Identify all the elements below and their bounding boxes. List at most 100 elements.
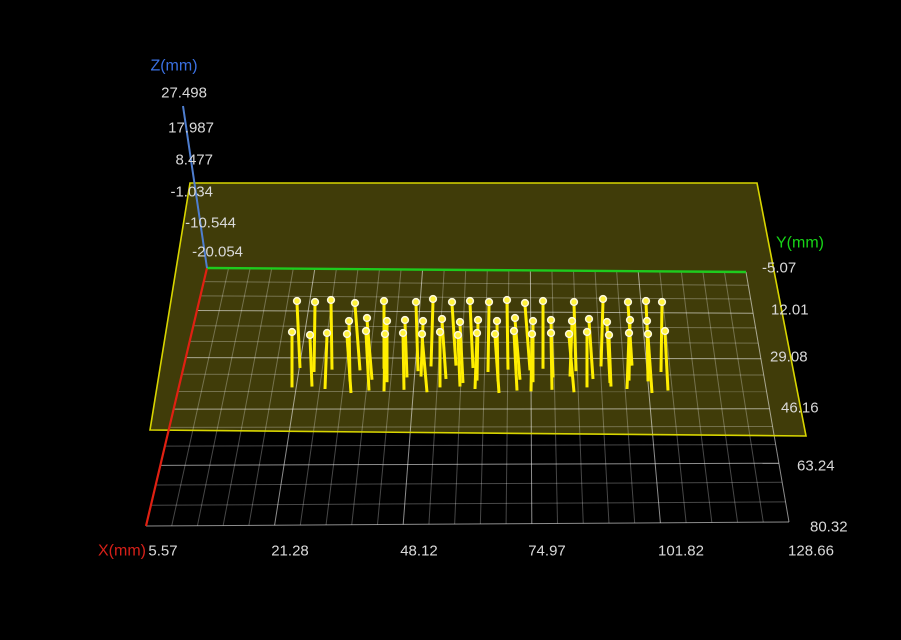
stem-pin-marker [292, 296, 302, 306]
stem-pin-line [572, 303, 578, 372]
stem-pin-line [456, 336, 462, 387]
z-tick-label: -10.544 [185, 215, 236, 232]
stem-pin-line [329, 301, 334, 370]
stem-pin-marker [350, 298, 360, 308]
z-tick-label: -20.054 [192, 244, 243, 261]
stem-pin-marker [361, 326, 371, 336]
stem-pin-line [382, 335, 387, 392]
stem-pin-marker [623, 297, 633, 307]
y-tick-label: 80.32 [810, 519, 848, 536]
stem-pin-marker [398, 328, 408, 338]
stem-pin-marker [660, 326, 670, 336]
stem-pin-line [473, 334, 479, 390]
stem-pin-line [659, 303, 664, 373]
stem-pin-marker [538, 296, 548, 306]
stem-pin-marker [455, 317, 465, 327]
stem-pin-marker [305, 330, 315, 340]
grid-line-y [181, 373, 764, 376]
stem-pin-line [429, 300, 435, 367]
y-tick-label: 29.08 [770, 349, 808, 366]
stem-pin-marker [527, 329, 537, 339]
stem-pin-marker [510, 313, 520, 323]
stem-pin-marker [564, 329, 574, 339]
x-tick-label: 74.97 [528, 543, 566, 560]
stem-pin-marker [569, 297, 579, 307]
stem-pin-marker [472, 328, 482, 338]
stem-pin-marker [490, 329, 500, 339]
stem-pin-line [505, 301, 510, 370]
stem-pin-line [529, 335, 534, 392]
stem-pin-marker [418, 316, 428, 326]
stem-pin-line [607, 336, 613, 387]
x-tick-label: 101.82 [658, 543, 704, 560]
stem-pin-marker [342, 329, 352, 339]
stem-pin-marker [411, 297, 421, 307]
stem-pin-marker [437, 314, 447, 324]
stem-pin-line [323, 334, 329, 390]
stem-pin-marker [567, 316, 577, 326]
stem-pin-line [308, 336, 314, 387]
y-tick-label: 12.01 [771, 302, 809, 319]
stem-pin-marker [310, 297, 320, 307]
stem-plot-canvas[interactable]: 5.57 21.28 48.12 74.97 101.82 128.66 -5.07 12.0… [0, 0, 901, 640]
stem-pin-line [401, 334, 406, 390]
stem-pin-marker [465, 296, 475, 306]
stem-pin-marker [582, 327, 592, 337]
stem-pin-marker [625, 315, 635, 325]
x-tick-label: 5.57 [148, 543, 177, 560]
stem-pin-line [599, 300, 605, 367]
stem-pin-marker [322, 328, 332, 338]
stem-pin-marker [502, 295, 512, 305]
3d-stem-plot-viewport[interactable]: 5.57 21.28 48.12 74.97 101.82 128.66 -5.07 12.0… [0, 0, 901, 640]
x-axis-title: X(mm) [98, 543, 146, 560]
stem-pin-marker [624, 328, 634, 338]
stem-pin-marker [362, 313, 372, 323]
stem-pin-line [414, 303, 420, 372]
stem-pin-line [549, 334, 554, 390]
stem-pin-marker [641, 296, 651, 306]
stem-pin-marker [598, 294, 608, 304]
stem-pin-marker [528, 316, 538, 326]
stem-pin-marker [435, 327, 445, 337]
reference-plane [150, 183, 806, 436]
stem-pin-line [312, 303, 317, 373]
y-tick-label: 46.16 [781, 400, 819, 417]
stem-pin-marker [642, 316, 652, 326]
z-tick-label: 17.987 [168, 120, 214, 137]
stem-pin-marker [453, 330, 463, 340]
y-axis-title: Y(mm) [776, 235, 824, 252]
stem-pin-marker [484, 297, 494, 307]
stem-pin-line [486, 303, 491, 373]
stem-pin-line [625, 334, 631, 390]
y-tick-label: 63.24 [797, 458, 835, 475]
stem-pin-marker [326, 295, 336, 305]
stem-pin-marker [509, 326, 519, 336]
stem-pin-marker [447, 297, 457, 307]
x-tick-label: 48.12 [400, 543, 438, 560]
stem-pin-marker [428, 294, 438, 304]
stem-pin-marker [657, 297, 667, 307]
stem-pin-marker [602, 317, 612, 327]
y-tick-label: -5.07 [762, 260, 796, 277]
z-tick-label: -1.034 [170, 184, 213, 201]
stem-pin-marker [492, 316, 502, 326]
stem-pin-marker [400, 315, 410, 325]
x-tick-label: 21.28 [271, 543, 309, 560]
stem-pin-marker [546, 315, 556, 325]
x-tick-label: 128.66 [788, 543, 834, 560]
stem-pin-marker [379, 296, 389, 306]
stem-pin-marker [417, 329, 427, 339]
stem-pin-marker [584, 314, 594, 324]
stem-pin-marker [546, 328, 556, 338]
stem-pin-marker [473, 315, 483, 325]
z-axis-title: Z(mm) [150, 58, 197, 75]
stem-pin-marker [382, 316, 392, 326]
stem-pin-marker [344, 316, 354, 326]
z-tick-label: 27.498 [161, 85, 207, 102]
stem-pin-marker [380, 329, 390, 339]
stem-pin-marker [520, 298, 530, 308]
stem-pin-marker [287, 327, 297, 337]
z-tick-label: 8.477 [175, 152, 213, 169]
stem-pin-marker [604, 330, 614, 340]
stem-pin-marker [643, 329, 653, 339]
